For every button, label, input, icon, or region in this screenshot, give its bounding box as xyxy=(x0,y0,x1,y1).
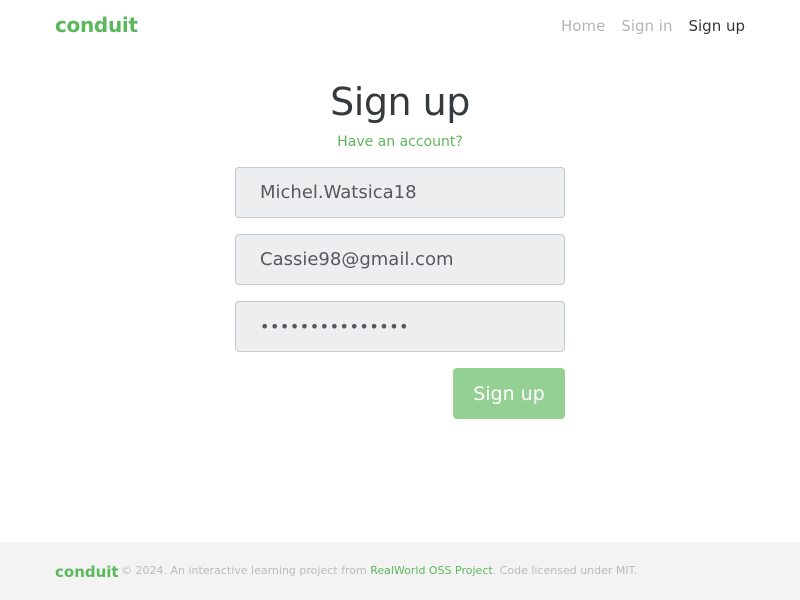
email-input[interactable] xyxy=(235,234,565,285)
submit-row: Sign up xyxy=(235,368,565,419)
brand-logo-link[interactable]: conduit xyxy=(55,13,138,37)
username-input[interactable] xyxy=(235,167,565,218)
nav-links: Home Sign in Sign up xyxy=(561,17,745,35)
footer-brand-link[interactable]: conduit xyxy=(55,563,119,581)
nav-link-home[interactable]: Home xyxy=(561,17,605,35)
navbar: conduit Home Sign in Sign up xyxy=(0,0,800,56)
nav-link-sign-in[interactable]: Sign in xyxy=(621,17,672,35)
sign-up-form: Sign up xyxy=(235,167,565,419)
footer-attribution: © 2024. An interactive learning project … xyxy=(121,564,638,577)
footer: conduit © 2024. An interactive learning … xyxy=(0,542,800,600)
page: conduit Home Sign in Sign up Sign up Hav… xyxy=(0,0,800,600)
footer-text-after: . Code licensed under MIT. xyxy=(492,564,638,577)
nav-link-sign-up[interactable]: Sign up xyxy=(688,17,745,35)
password-input[interactable] xyxy=(235,301,565,352)
page-title: Sign up xyxy=(330,80,470,124)
auth-form-section: Sign up Have an account? Sign up xyxy=(235,78,565,419)
footer-text-before: © 2024. An interactive learning project … xyxy=(121,564,371,577)
realworld-link[interactable]: RealWorld OSS Project xyxy=(370,564,493,577)
sign-up-button[interactable]: Sign up xyxy=(453,368,565,419)
have-account-link[interactable]: Have an account? xyxy=(235,134,565,150)
